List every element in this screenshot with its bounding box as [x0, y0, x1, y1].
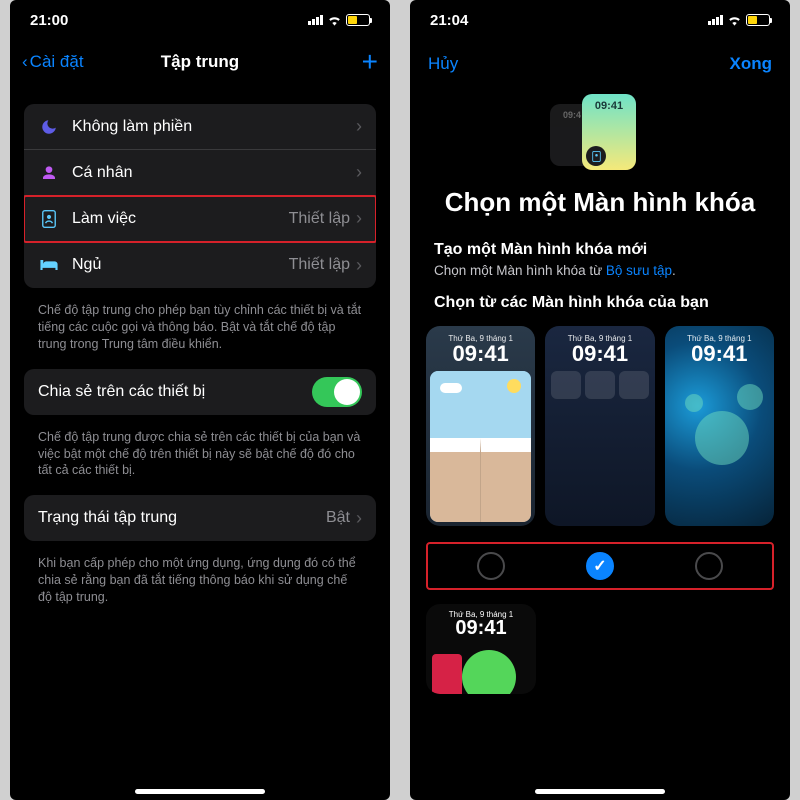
lockscreen-thumb-2[interactable]: Thứ Ba, 9 tháng 1 09:41 [545, 326, 654, 526]
lockscreen-thumbs-row2: Thứ Ba, 9 tháng 1 09:41 [410, 590, 790, 694]
cell-signal-icon [708, 15, 723, 25]
chevron-left-icon: ‹ [22, 52, 28, 72]
group-footer: Khi bạn cấp phép cho một ứng dụng, ứng d… [24, 549, 376, 622]
back-label: Cài đặt [30, 52, 84, 72]
row-focus-status[interactable]: Trạng thái tập trung Bật › [24, 495, 376, 541]
row-do-not-disturb[interactable]: Không làm phiền › [24, 104, 376, 150]
thumb-day: Thứ Ba, 9 tháng 1 [545, 326, 654, 343]
mini-time: 09:41 [595, 100, 623, 112]
left-screenshot: 21:00 ‹ Cài đặt Tập trung + Không làm ph… [10, 0, 390, 800]
choose-title: Chọn từ các Màn hình khóa của bạn [434, 294, 766, 312]
row-work[interactable]: Làm việc Thiết lập › [24, 196, 376, 242]
status-time: 21:04 [430, 12, 468, 29]
thumb-time: 09:41 [426, 617, 536, 640]
nav-bar: ‹ Cài đặt Tập trung + [10, 40, 390, 84]
wifi-icon [327, 14, 342, 26]
chevron-right-icon: › [356, 255, 362, 276]
row-detail: Bật [326, 509, 350, 527]
radio-2-checked[interactable]: ✓ [586, 552, 614, 580]
mini-phone-front: 09:41 [582, 94, 636, 170]
hero-illustration: 09:4 09:41 [410, 80, 790, 178]
content: Không làm phiền › Cá nhân › Làm việc Thi… [10, 84, 390, 800]
row-label: Làm việc [72, 210, 289, 228]
selection-row: ✓ [426, 542, 774, 590]
collection-link[interactable]: Bộ sưu tập [606, 263, 672, 278]
chevron-right-icon: › [356, 162, 362, 183]
cell-signal-icon [308, 15, 323, 25]
battery-icon [346, 14, 370, 26]
lockscreen-thumbs: Thứ Ba, 9 tháng 1 09:41 Thứ Ba, 9 tháng … [410, 326, 790, 526]
chevron-right-icon: › [356, 116, 362, 137]
row-label: Ngủ [72, 256, 289, 274]
lockscreen-thumb-1[interactable]: Thứ Ba, 9 tháng 1 09:41 [426, 326, 535, 526]
modal-title: Chọn một Màn hình khóa [410, 178, 790, 241]
row-label: Cá nhân [72, 164, 356, 182]
status-group: Trạng thái tập trung Bật › [24, 495, 376, 541]
thumb-widgets [545, 371, 654, 399]
thumb-photo [430, 371, 531, 522]
lockscreen-thumb-3[interactable]: Thứ Ba, 9 tháng 1 09:41 [665, 326, 774, 526]
moon-icon [38, 118, 60, 136]
check-icon: ✓ [593, 556, 606, 576]
choose-section-header: Chọn từ các Màn hình khóa của bạn [410, 294, 790, 320]
create-section[interactable]: Tạo một Màn hình khóa mới Chọn một Màn h… [410, 241, 790, 294]
status-bar: 21:04 [410, 0, 790, 40]
battery-icon [746, 14, 770, 26]
group-footer: Chế độ tập trung cho phép bạn tùy chỉnh … [24, 296, 376, 369]
thumb-time: 09:41 [426, 341, 535, 367]
work-badge-icon [586, 146, 606, 166]
thumb-time: 09:41 [545, 341, 654, 367]
cancel-button[interactable]: Hủy [428, 54, 458, 74]
right-screenshot: 21:04 Hủy Xong 09:4 09:41 Chọn một Màn h… [410, 0, 790, 800]
status-time: 21:00 [30, 12, 68, 29]
row-detail: Thiết lập [289, 256, 350, 274]
home-indicator[interactable] [535, 789, 665, 794]
thumb-time: 09:41 [665, 341, 774, 367]
add-button[interactable]: + [362, 46, 378, 78]
group-footer: Chế độ tập trung được chia sẻ trên các t… [24, 423, 376, 496]
create-subtitle: Chọn một Màn hình khóa từ Bộ sưu tập. [434, 263, 766, 278]
thumb-day: Thứ Ba, 9 tháng 1 [665, 326, 774, 343]
status-indicators [308, 14, 370, 26]
thumb-day: Thứ Ba, 9 tháng 1 [426, 326, 535, 343]
chevron-right-icon: › [356, 508, 362, 529]
wifi-icon [727, 14, 742, 26]
radio-3[interactable] [695, 552, 723, 580]
lockscreen-thumb-4[interactable]: Thứ Ba, 9 tháng 1 09:41 [426, 604, 536, 694]
row-label: Trạng thái tập trung [38, 509, 326, 527]
row-detail: Thiết lập [289, 210, 350, 228]
person-icon [38, 165, 60, 181]
mini-time: 09:4 [563, 110, 581, 120]
row-personal[interactable]: Cá nhân › [24, 150, 376, 196]
row-label: Không làm phiền [72, 118, 356, 136]
id-badge-icon [38, 210, 60, 228]
row-label: Chia sẻ trên các thiết bị [38, 383, 312, 401]
share-toggle[interactable] [312, 377, 362, 407]
status-indicators [708, 14, 770, 26]
modal-header: Hủy Xong [410, 40, 790, 80]
done-button[interactable]: Xong [730, 54, 773, 74]
focus-modes-group: Không làm phiền › Cá nhân › Làm việc Thi… [24, 104, 376, 288]
bed-icon [38, 258, 60, 272]
row-sleep[interactable]: Ngủ Thiết lập › [24, 242, 376, 288]
row-share-across-devices[interactable]: Chia sẻ trên các thiết bị [24, 369, 376, 415]
create-title: Tạo một Màn hình khóa mới [434, 241, 766, 259]
chevron-right-icon: › [356, 208, 362, 229]
back-button[interactable]: ‹ Cài đặt [22, 52, 84, 72]
share-group: Chia sẻ trên các thiết bị [24, 369, 376, 415]
status-bar: 21:00 [10, 0, 390, 40]
radio-1[interactable] [477, 552, 505, 580]
home-indicator[interactable] [135, 789, 265, 794]
